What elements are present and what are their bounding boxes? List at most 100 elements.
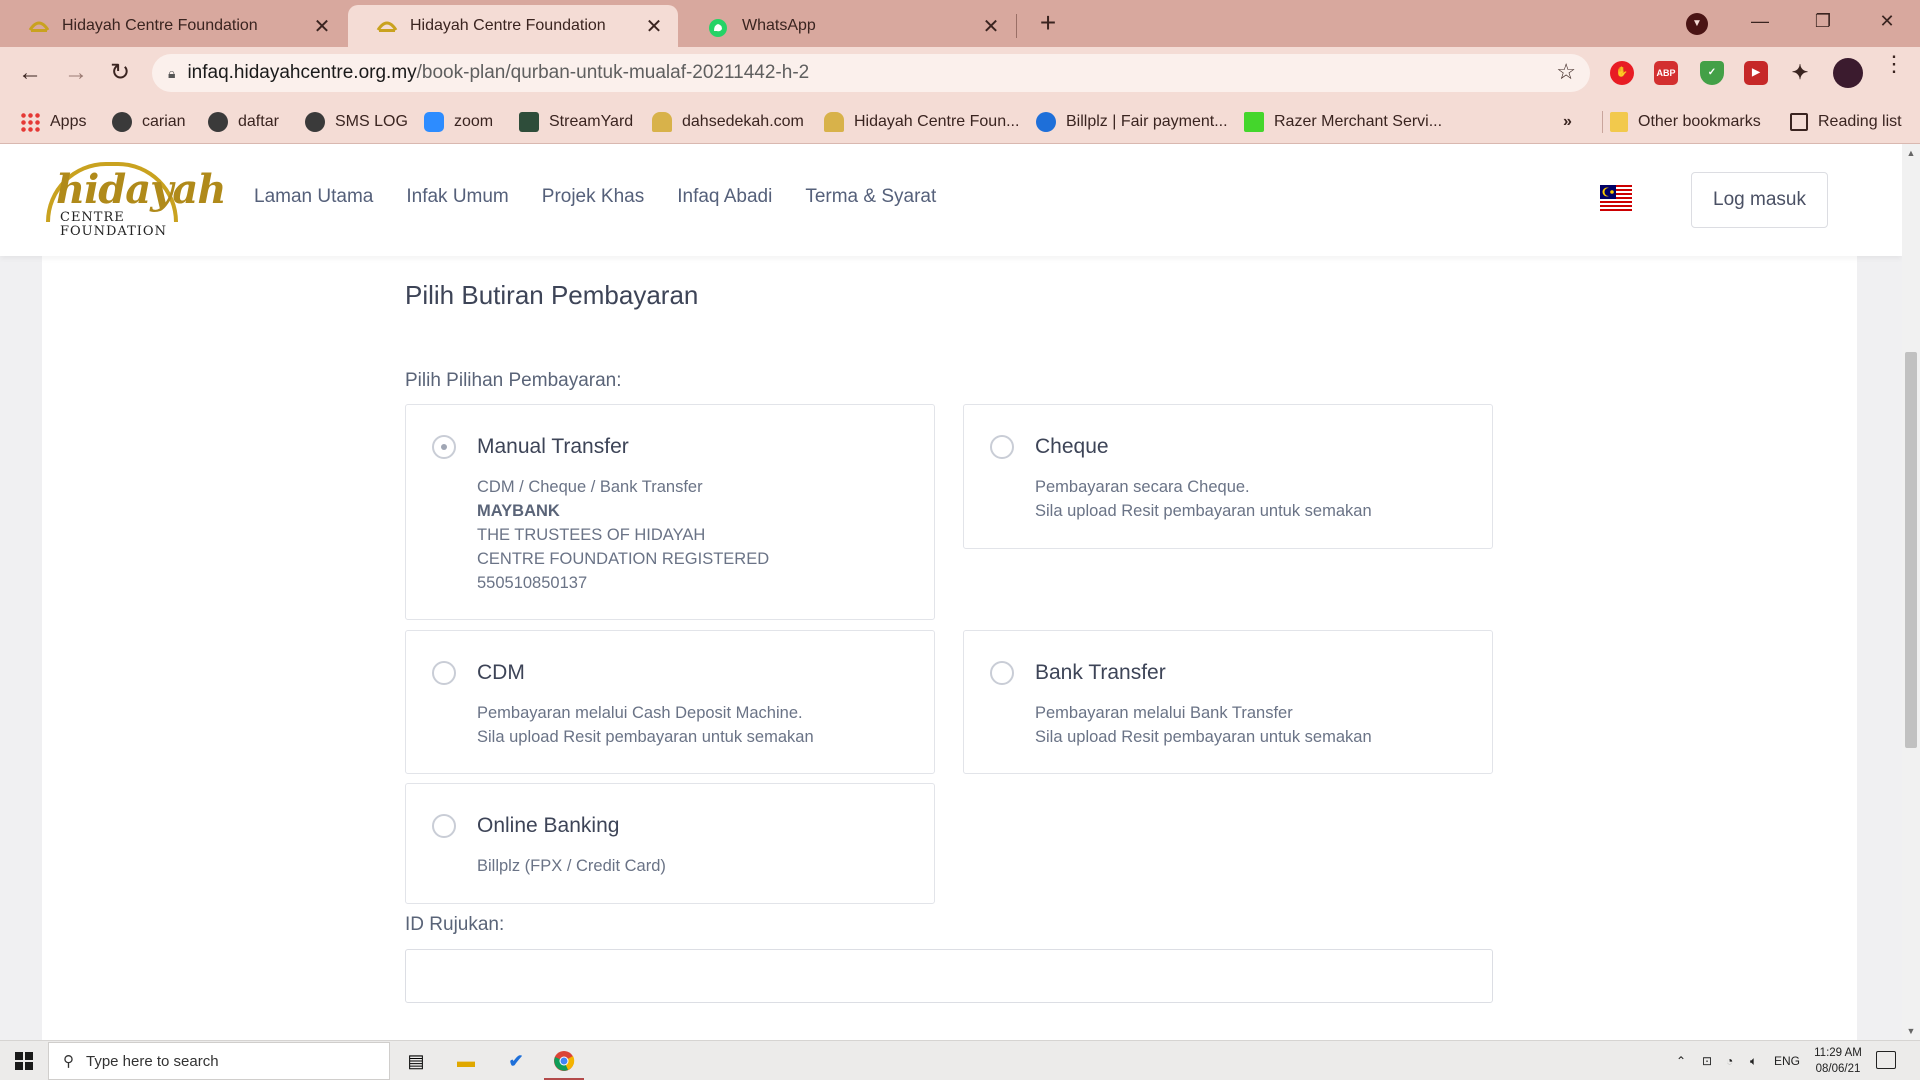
payment-option-cdm[interactable]: CDM Pembayaran melalui Cash Deposit Mach… [405, 630, 935, 774]
page-title: Pilih Butiran Pembayaran [405, 280, 699, 310]
nav-infaq-abadi[interactable]: Infaq Abadi [677, 186, 772, 208]
radio-button[interactable] [432, 661, 456, 685]
notifications-icon[interactable] [1876, 1051, 1896, 1069]
hidayah-favicon-icon [376, 18, 398, 34]
volume-icon[interactable]: 🔈︎ [1750, 1041, 1757, 1080]
payment-option-manual-transfer[interactable]: Manual Transfer CDM / Cheque / Bank Tran… [405, 404, 935, 620]
hidayah-favicon-icon [28, 18, 50, 34]
reading-list-button[interactable]: Reading list [1790, 109, 1902, 135]
malaysia-flag-icon[interactable] [1600, 185, 1632, 213]
payment-option-online-banking[interactable]: Online Banking Billplz (FPX / Credit Car… [405, 783, 935, 904]
search-placeholder: Type here to search [86, 1052, 219, 1070]
close-window-icon[interactable]: ✕ [1862, 6, 1912, 38]
adblock-icon[interactable]: ✋ [1610, 61, 1634, 85]
tab-close-icon[interactable]: ✕ [640, 14, 668, 39]
tab-close-icon[interactable]: ✕ [308, 14, 336, 39]
tab-close-icon[interactable]: ✕ [977, 14, 1005, 39]
profile-avatar-icon[interactable] [1833, 58, 1863, 88]
login-button[interactable]: Log masuk [1691, 172, 1828, 228]
redirect-icon[interactable]: ▶ [1744, 61, 1768, 85]
option-title: Cheque [1035, 435, 1109, 458]
bookmark-label: Billplz | Fair payment... [1066, 113, 1228, 130]
nav-terma-syarat[interactable]: Terma & Syarat [805, 186, 936, 208]
bookmark-label: carian [142, 113, 186, 130]
option-description: Pembayaran melalui Bank Transfer Sila up… [1035, 701, 1372, 749]
tab-hidayah-2[interactable]: Hidayah Centre Foundation ✕ [348, 5, 678, 47]
bookmark-apps[interactable]: Apps [20, 109, 86, 135]
address-bar[interactable]: 🔒︎ infaq.hidayahcentre.org.my/book-plan/… [152, 54, 1590, 92]
shield-icon[interactable]: ✓ [1700, 61, 1724, 85]
windows-taskbar: ⚲ Type here to search ▤ ▬ ✔ ⌃ ⊡ ◔ 🔈︎ ENG… [0, 1040, 1920, 1080]
hidayah-logo[interactable]: hidayah CENTRE FOUNDATION [42, 158, 226, 246]
taskbar-clock[interactable]: 11:29 AM 08/06/21 [1808, 1045, 1868, 1077]
dahsedekah-icon [652, 112, 672, 132]
bookmarks-overflow-button[interactable]: » [1563, 109, 1572, 135]
clock-time: 11:29 AM [1814, 1047, 1862, 1059]
bookmark-star-icon[interactable]: ☆ [1556, 59, 1576, 85]
task-view-icon[interactable]: ▤ [392, 1041, 440, 1080]
language-indicator[interactable]: ENG [1774, 1041, 1800, 1080]
bookmark-hidayah[interactable]: Hidayah Centre Foun... [824, 109, 1019, 135]
abp-icon[interactable]: ABP [1654, 61, 1678, 85]
bookmark-label: dahsedekah.com [682, 113, 804, 130]
tab-hidayah-1[interactable]: Hidayah Centre Foundation ✕ [0, 5, 346, 47]
option-description: Pembayaran secara Cheque. Sila upload Re… [1035, 475, 1372, 523]
payment-option-cheque[interactable]: Cheque Pembayaran secara Cheque. Sila up… [963, 404, 1493, 549]
scroll-thumb[interactable] [1905, 352, 1917, 748]
bookmark-other[interactable]: Other bookmarks [1610, 109, 1761, 135]
browser-toolbar: ← → ↻ 🔒︎ infaq.hidayahcentre.org.my/book… [0, 47, 1920, 99]
todo-check-icon[interactable]: ✔ [492, 1041, 540, 1080]
tab-search-chevron-icon[interactable]: ▼ [1686, 13, 1708, 35]
restore-icon[interactable]: ❐ [1798, 6, 1848, 38]
show-hidden-icons-chevron-icon[interactable]: ⌃ [1676, 1041, 1686, 1080]
reload-icon[interactable]: ↻ [104, 57, 136, 89]
nav-projek-khas[interactable]: Projek Khas [542, 186, 644, 208]
puzzle-icon[interactable]: ✦ [1788, 61, 1812, 85]
reference-id-input[interactable] [405, 949, 1493, 1003]
taskbar-search-box[interactable]: ⚲ Type here to search [48, 1042, 390, 1080]
radio-button[interactable] [432, 435, 456, 459]
chrome-taskbar-icon[interactable] [540, 1041, 588, 1080]
description-line: Pembayaran melalui Bank Transfer [1035, 704, 1293, 722]
page-scrollbar[interactable]: ▲ ▼ [1902, 144, 1920, 1040]
globe-icon [208, 112, 228, 132]
new-tab-plus-icon[interactable]: + [1033, 9, 1063, 39]
file-explorer-icon[interactable]: ▬ [442, 1041, 490, 1080]
bookmark-zoom[interactable]: zoom [424, 109, 493, 135]
tab-whatsapp[interactable]: WhatsApp ✕ [680, 5, 1015, 47]
option-title: Manual Transfer [477, 435, 629, 458]
wifi-icon[interactable]: ◔ [1726, 1041, 1733, 1080]
nav-infak-umum[interactable]: Infak Umum [406, 186, 508, 208]
scroll-down-arrow-icon[interactable]: ▼ [1902, 1022, 1920, 1040]
account-number: 550510850137 [477, 574, 588, 592]
bookmark-billplz[interactable]: Billplz | Fair payment... [1036, 109, 1228, 135]
whatsapp-icon [708, 18, 730, 37]
nav-laman-utama[interactable]: Laman Utama [254, 186, 373, 208]
description-line: Sila upload Resit pembayaran untuk semak… [1035, 502, 1372, 520]
radio-button[interactable] [990, 661, 1014, 685]
payment-option-bank-transfer[interactable]: Bank Transfer Pembayaran melalui Bank Tr… [963, 630, 1493, 774]
network-status-icon[interactable]: ⊡ [1702, 1041, 1712, 1080]
bookmark-sms-log[interactable]: SMS LOG [305, 109, 408, 135]
option-title: Bank Transfer [1035, 661, 1166, 684]
scroll-up-arrow-icon[interactable]: ▲ [1902, 144, 1920, 162]
windows-start-button[interactable] [0, 1041, 48, 1080]
minimize-icon[interactable]: — [1735, 6, 1785, 38]
description-line: Pembayaran melalui Cash Deposit Machine. [477, 704, 803, 722]
bookmark-razer[interactable]: Razer Merchant Servi... [1244, 109, 1442, 135]
bookmark-dahsedekah[interactable]: dahsedekah.com [652, 109, 804, 135]
bookmark-streamyard[interactable]: StreamYard [519, 109, 633, 135]
chrome-menu-icon[interactable]: ⋮ [1883, 53, 1905, 75]
reading-list-label: Reading list [1818, 113, 1902, 130]
account-name-line: THE TRUSTEES OF HIDAYAH [477, 526, 706, 544]
radio-button[interactable] [990, 435, 1014, 459]
tab-title: WhatsApp [742, 17, 816, 34]
payment-options-label: Pilih Pilihan Pembayaran: [405, 370, 622, 391]
forward-arrow-icon[interactable]: → [60, 57, 92, 89]
bookmark-carian[interactable]: carian [112, 109, 186, 135]
logo-line-2: FOUNDATION [60, 224, 167, 239]
bookmark-daftar[interactable]: daftar [208, 109, 279, 135]
back-arrow-icon[interactable]: ← [14, 57, 46, 89]
radio-button[interactable] [432, 814, 456, 838]
option-title: Online Banking [477, 814, 620, 837]
